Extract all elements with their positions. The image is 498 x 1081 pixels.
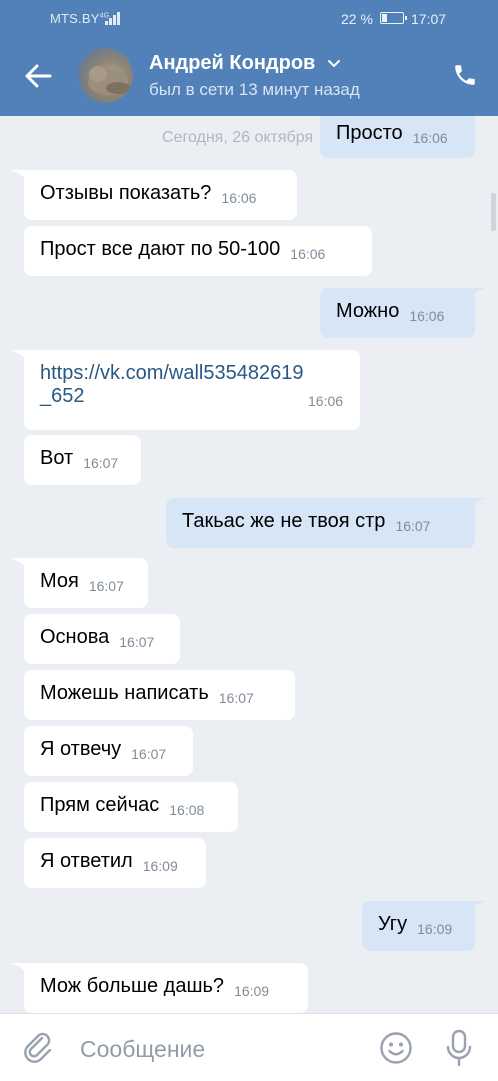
message-time: 16:07 [131, 746, 167, 762]
message-text: Моя [40, 570, 79, 592]
message-incoming[interactable]: Можешь написать 16:07 [24, 670, 295, 720]
message-text: Можно [336, 300, 400, 322]
signal-icon [105, 12, 120, 25]
message-time: 16:07 [395, 518, 431, 534]
microphone-icon[interactable] [444, 1029, 474, 1067]
message-time: 16:07 [88, 578, 124, 594]
message-composer: Сообщение [0, 1013, 498, 1081]
message-time: 16:07 [119, 634, 155, 650]
message-text: Отзывы показать? [40, 182, 212, 204]
phone-icon[interactable] [452, 62, 478, 88]
message-time: 16:09 [417, 921, 453, 937]
back-arrow-icon[interactable] [22, 60, 54, 92]
carrier-label: MTS.BY4G [50, 11, 110, 26]
message-incoming[interactable]: Отзывы показать? 16:06 [24, 170, 297, 220]
message-outgoing[interactable]: Угу 16:09 [362, 901, 475, 951]
date-separator: Сегодня, 26 октября [162, 129, 314, 146]
message-text: Прям сейчас [40, 794, 160, 816]
message-text: Такьас же не твоя стр [182, 510, 386, 532]
paperclip-icon[interactable] [24, 1032, 56, 1064]
message-time: 16:09 [234, 983, 270, 999]
message-time: 16:06 [290, 246, 326, 262]
message-time: 16:07 [83, 455, 119, 471]
message-incoming[interactable]: Моя 16:07 [24, 558, 148, 608]
message-text: Просто [336, 122, 403, 144]
message-text: Мож больше дашь? [40, 975, 225, 997]
message-input[interactable]: Сообщение [80, 1036, 205, 1063]
status-bar: MTS.BY4G 22 % 17:07 [0, 0, 498, 36]
message-incoming[interactable]: Основа 16:07 [24, 614, 180, 664]
contact-name[interactable]: Андрей Кондров [149, 52, 341, 75]
message-link[interactable]: https://vk.com/wall535482619 [40, 362, 344, 385]
message-outgoing[interactable]: Просто 16:06 [320, 116, 475, 158]
avatar[interactable] [78, 48, 133, 103]
message-link[interactable]: _652 [40, 385, 85, 407]
message-incoming[interactable]: Мож больше дашь? 16:09 [24, 963, 308, 1013]
message-time: 16:06 [409, 308, 445, 324]
message-incoming[interactable]: Прост все дают по 50-100 16:06 [24, 226, 372, 276]
message-text: Основа [40, 626, 110, 648]
smile-icon[interactable] [379, 1031, 413, 1065]
message-time: 16:06 [308, 393, 344, 409]
message-incoming[interactable]: Я отвечу 16:07 [24, 726, 193, 776]
message-time: 16:06 [221, 190, 257, 206]
message-incoming[interactable]: Я ответил 16:09 [24, 838, 206, 888]
clock: 17:07 [411, 11, 447, 27]
message-outgoing[interactable]: Такьас же не твоя стр 16:07 [166, 498, 475, 548]
message-text: Я отвечу [40, 738, 122, 760]
battery-icon [380, 12, 407, 24]
last-seen-status: был в сети 13 минут назад [149, 80, 360, 99]
message-incoming[interactable]: Прям сейчас 16:08 [24, 782, 238, 832]
message-time: 16:09 [142, 858, 178, 874]
chevron-down-icon[interactable] [327, 59, 341, 69]
message-time: 16:07 [218, 690, 254, 706]
message-time: 16:08 [169, 802, 205, 818]
battery-percent: 22 % [341, 11, 373, 27]
message-time: 16:06 [412, 130, 448, 146]
message-text: Вот [40, 447, 74, 469]
message-text: Прост все дают по 50-100 [40, 238, 281, 260]
message-text: Я ответил [40, 850, 133, 872]
scrollbar[interactable] [491, 193, 496, 231]
chat-header: MTS.BY4G 22 % 17:07 Андрей Кондров был в… [0, 0, 498, 116]
message-incoming[interactable]: Вот 16:07 [24, 435, 141, 485]
message-text: Угу [378, 913, 408, 935]
message-incoming-link[interactable]: https://vk.com/wall535482619 _652 16:06 [24, 350, 360, 430]
message-outgoing[interactable]: Можно 16:06 [320, 288, 475, 338]
message-text: Можешь написать [40, 682, 209, 704]
